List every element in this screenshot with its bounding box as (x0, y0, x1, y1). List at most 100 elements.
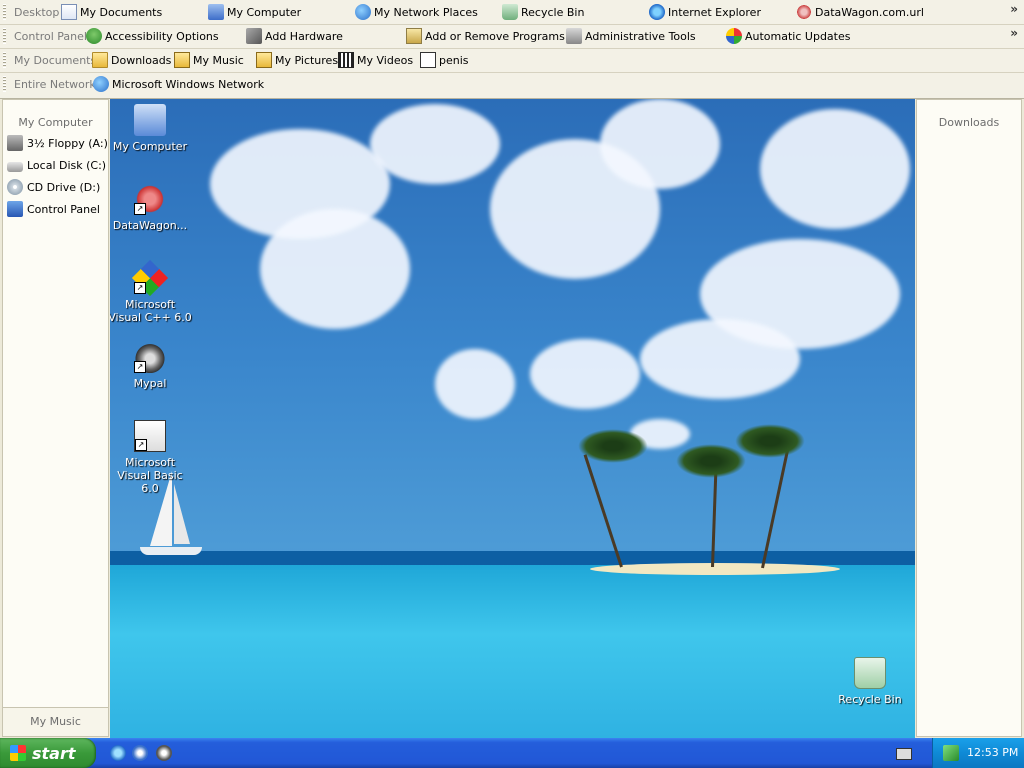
internet-explorer-icon (649, 4, 665, 20)
toolbar-title: Control Panel (14, 30, 87, 43)
desktop-toolbar: Desktop My Documents My Computer My Netw… (0, 0, 1024, 25)
toolbar-item-administrative-tools[interactable]: Administrative Tools (566, 27, 696, 45)
url-shortcut-icon: ↗ (134, 183, 166, 215)
taskbar-clock[interactable]: 12:53 PM (967, 746, 1018, 759)
toolbar-item-windows-network[interactable]: Microsoft Windows Network (93, 75, 264, 93)
desktop-icon-my-computer[interactable]: My Computer (110, 104, 192, 153)
videos-folder-icon (338, 52, 354, 68)
toolbar-grip[interactable] (3, 28, 6, 44)
url-shortcut-icon (796, 4, 812, 20)
panel-title: My Computer (18, 116, 93, 129)
windows-flag-icon (10, 745, 26, 761)
shortcut-file-icon (420, 52, 436, 68)
taskbar: start 12:53 PM (0, 738, 1024, 768)
wallpaper-cloud (370, 104, 500, 184)
palm-fronds (735, 424, 805, 458)
toolbar-item-my-music[interactable]: My Music (174, 51, 244, 69)
cd-drive-icon (7, 179, 23, 195)
toolbar-item-network-places[interactable]: My Network Places (355, 3, 478, 21)
quick-launch-toolbars: Desktop My Documents My Computer My Netw… (0, 0, 1024, 99)
recycle-bin-icon (854, 657, 886, 689)
shortcut-arrow-icon: ↗ (134, 361, 146, 373)
administrative-tools-icon (566, 28, 582, 44)
floppy-drive-icon (7, 135, 23, 151)
toolbar-item-downloads[interactable]: Downloads (92, 51, 171, 69)
wallpaper-sea (110, 565, 915, 738)
sailboat-hull (140, 547, 202, 555)
control-panel-icon (7, 201, 23, 217)
palm-fronds (578, 429, 648, 463)
pictures-folder-icon (256, 52, 272, 68)
shortcut-arrow-icon: ↗ (134, 203, 146, 215)
toolbar-item-add-remove-programs[interactable]: Add or Remove Programs (406, 27, 565, 45)
toolbar-item-accessibility-options[interactable]: Accessibility Options (86, 27, 219, 45)
music-folder-icon (174, 52, 190, 68)
wallpaper-cloud (600, 99, 720, 189)
toolbar-item-my-documents[interactable]: My Documents (61, 3, 162, 21)
toolbar-item-my-computer[interactable]: My Computer (208, 3, 301, 21)
my-documents-icon (61, 4, 77, 20)
downloads-panel: Downloads (916, 99, 1022, 737)
toolbar-item-shortcut-file[interactable]: penis (420, 51, 469, 69)
wallpaper-horizon (110, 551, 915, 565)
toolbar-item-automatic-updates[interactable]: Automatic Updates (726, 27, 850, 45)
quick-launch-internet-explorer-icon[interactable] (110, 745, 126, 761)
toolbar-overflow-chevron[interactable]: » (1010, 2, 1018, 16)
panel-item-control-panel[interactable]: Control Panel (7, 200, 100, 218)
toolbar-title: Desktop (14, 6, 60, 19)
visual-cpp-icon: ↗ (131, 259, 169, 297)
desktop-icon-datawagon[interactable]: ↗ DataWagon... (110, 183, 192, 232)
my-documents-toolbar: My Documents Downloads My Music My Pictu… (0, 48, 1024, 73)
quick-launch-browser-icon[interactable] (132, 745, 148, 761)
network-places-icon (355, 4, 371, 20)
accessibility-icon (86, 28, 102, 44)
my-computer-panel: My Computer 3½ Floppy (A:) Local Disk (C… (2, 99, 109, 737)
wallpaper-cloud (435, 349, 515, 419)
local-disk-icon (7, 161, 23, 172)
desktop-wallpaper[interactable]: My Computer ↗ DataWagon... ↗ Microsoft V… (110, 99, 915, 738)
add-remove-programs-icon (406, 28, 422, 44)
panel-item-local-disk[interactable]: Local Disk (C:) (7, 156, 106, 174)
desktop-icon-recycle-bin[interactable]: Recycle Bin (828, 657, 912, 706)
start-button[interactable]: start (0, 738, 96, 768)
keyboard-layout-icon[interactable] (896, 748, 912, 760)
toolbar-grip[interactable] (3, 52, 6, 68)
palm-fronds (676, 444, 746, 478)
toolbar-grip[interactable] (3, 76, 6, 92)
add-hardware-icon (246, 28, 262, 44)
wallpaper-cloud (530, 339, 640, 409)
toolbar-title: Entire Network (14, 78, 96, 91)
my-computer-icon (208, 4, 224, 20)
wallpaper-cloud (260, 209, 410, 329)
shortcut-arrow-icon: ↗ (134, 282, 146, 294)
my-computer-icon (134, 104, 166, 136)
toolbar-title: My Documents (14, 54, 97, 67)
toolbar-item-internet-explorer[interactable]: Internet Explorer (649, 3, 761, 21)
wallpaper-cloud (640, 319, 800, 399)
toolbar-grip[interactable] (3, 4, 6, 20)
desktop-icon-visual-cpp[interactable]: ↗ Microsoft Visual C++ 6.0 (110, 259, 192, 324)
toolbar-item-my-videos[interactable]: My Videos (338, 51, 413, 69)
desktop-icon-mypal[interactable]: ↗ Mypal (110, 341, 192, 390)
panel-title: Downloads (938, 116, 1000, 129)
toolbar-item-recycle-bin[interactable]: Recycle Bin (502, 3, 584, 21)
desktop-icon-visual-basic[interactable]: ↗ Microsoft Visual Basic 6.0 (110, 420, 192, 495)
toolbar-item-my-pictures[interactable]: My Pictures (256, 51, 338, 69)
entire-network-toolbar: Entire Network Microsoft Windows Network (0, 72, 1024, 96)
wallpaper-cloud (760, 109, 910, 229)
toolbar-overflow-chevron[interactable]: » (1010, 26, 1018, 40)
automatic-updates-icon (726, 28, 742, 44)
wallpaper-island (590, 563, 840, 575)
system-tray: 12:53 PM (932, 738, 1024, 768)
control-panel-toolbar: Control Panel Accessibility Options Add … (0, 24, 1024, 49)
visual-basic-icon: ↗ (134, 420, 166, 452)
quick-launch-media-icon[interactable] (156, 745, 172, 761)
network-connection-icon[interactable] (943, 745, 959, 761)
panel-item-floppy[interactable]: 3½ Floppy (A:) (7, 134, 108, 152)
toolbar-item-add-hardware[interactable]: Add Hardware (246, 27, 343, 45)
panel-item-cd-drive[interactable]: CD Drive (D:) (7, 178, 100, 196)
toolbar-item-datawagon-url[interactable]: DataWagon.com.url (796, 3, 924, 21)
my-music-panel-tab[interactable]: My Music (3, 707, 108, 736)
mypal-icon: ↗ (134, 341, 166, 373)
shortcut-arrow-icon: ↗ (135, 439, 147, 451)
